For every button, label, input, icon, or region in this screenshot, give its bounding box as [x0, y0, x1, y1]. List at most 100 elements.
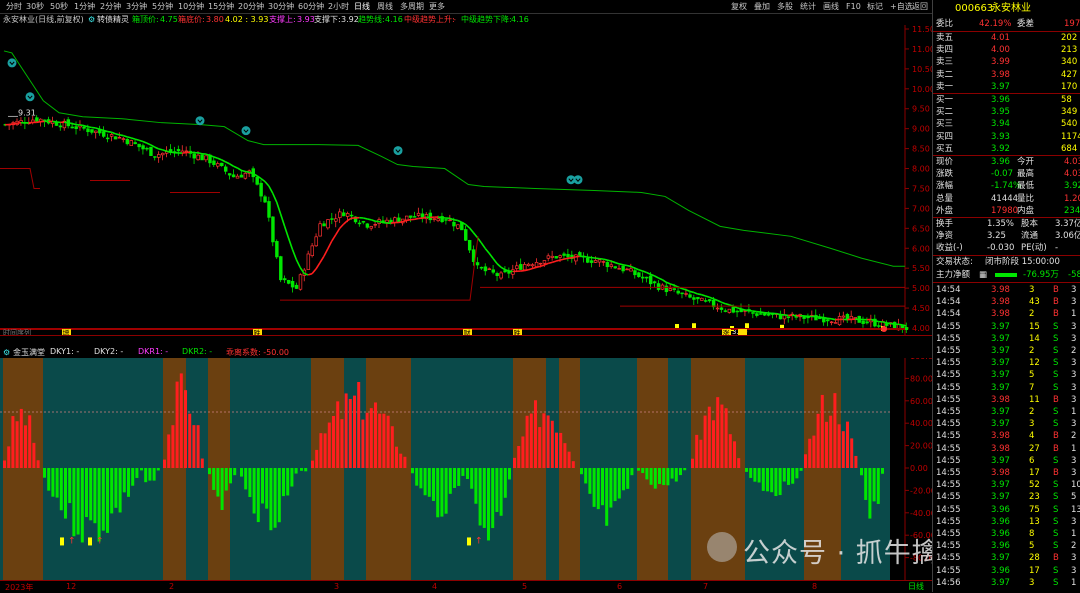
tick-price: 3.97 — [991, 491, 1010, 503]
bid-price: 3.92 — [991, 143, 1010, 155]
indicator-bar — [850, 438, 853, 468]
moving-average-segment — [548, 262, 552, 263]
x-axis-label: 12 — [66, 582, 76, 591]
candle-body — [878, 326, 881, 327]
toolbar-button[interactable]: 标记 — [867, 0, 883, 13]
tick-time: 14:54 — [936, 296, 961, 308]
candle-body — [681, 293, 684, 294]
stock-name: 永安林业 — [991, 2, 1031, 16]
candle-body — [75, 127, 78, 129]
indicator-name[interactable]: 转债精灵 — [97, 14, 129, 25]
indicator-bar — [729, 434, 732, 468]
period-tab[interactable]: 更多 — [429, 0, 445, 13]
period-tab[interactable]: 日线 — [354, 0, 370, 13]
period-tab[interactable]: 5分钟 — [152, 0, 173, 13]
moving-average-segment — [682, 289, 686, 290]
candle-body — [638, 273, 641, 277]
moving-average-segment — [159, 149, 163, 150]
tick-price: 3.97 — [991, 406, 1010, 418]
candle-body — [366, 224, 369, 227]
y-tick-label: 11.00 — [912, 45, 932, 54]
period-tab[interactable]: 30分钟 — [268, 0, 294, 13]
indicator-bar — [487, 468, 490, 540]
indicator-bar — [269, 468, 272, 530]
stock-title: 永安林业(日线,前复权) — [3, 14, 84, 25]
indicator-bar — [504, 468, 507, 498]
moving-average-segment — [170, 152, 174, 153]
indicator-bar — [110, 468, 113, 513]
toolbar-button[interactable]: 返回 — [912, 0, 928, 13]
moving-average-segment — [725, 304, 729, 305]
candle-body — [543, 260, 546, 263]
tick-time: 14:55 — [936, 430, 961, 442]
bid-volume: 349 — [1061, 106, 1077, 118]
stat-label: 涨幅 — [936, 180, 953, 192]
candle-body — [756, 314, 759, 316]
candle-body — [457, 225, 460, 229]
toolbar-button[interactable]: F10 — [846, 0, 861, 13]
indicator-bar — [449, 468, 452, 494]
candle-body — [315, 237, 318, 246]
candle-body — [830, 322, 833, 323]
tick-count: 3 — [1071, 296, 1076, 308]
candle-body — [433, 219, 436, 220]
period-tab[interactable]: 多周期 — [400, 0, 424, 13]
candle-body — [559, 256, 562, 258]
candle-body — [232, 175, 235, 177]
candle-body — [228, 174, 231, 176]
moving-average-segment — [584, 256, 588, 257]
settings-icon[interactable]: ⚙ — [88, 14, 95, 25]
x-axis-label: 3 — [334, 582, 339, 591]
toolbar-button[interactable]: 复权 — [731, 0, 747, 13]
toolbar-button[interactable]: 多股 — [777, 0, 793, 13]
indicator-bar — [436, 468, 439, 517]
toolbar-button[interactable]: 画线 — [823, 0, 839, 13]
stat-label: 总量 — [936, 193, 953, 205]
period-tab[interactable]: 50秒 — [50, 0, 68, 13]
indicator-bar — [7, 446, 10, 468]
tick-count: 1 — [1071, 308, 1076, 320]
indicator-bar — [11, 416, 14, 468]
period-tab[interactable]: 30秒 — [26, 0, 44, 13]
period-tab[interactable]: 周线 — [377, 0, 393, 13]
tick-price: 3.96 — [991, 528, 1010, 540]
period-tab[interactable]: 60分钟 — [298, 0, 324, 13]
moving-average-segment — [182, 153, 186, 154]
indicator-bar — [253, 468, 256, 514]
indicator-bar — [374, 402, 377, 468]
period-tab[interactable]: 10分钟 — [178, 0, 204, 13]
period-tab[interactable]: 2小时 — [328, 0, 349, 13]
trade-status-value: 闭市阶段 15:00:00 — [985, 256, 1060, 268]
indicator-bar — [332, 416, 335, 468]
lower-settings-icon[interactable]: ⚙ — [3, 347, 10, 358]
period-tab[interactable]: 20分钟 — [238, 0, 264, 13]
lower-indicator-title[interactable]: 金玉满堂 — [13, 347, 45, 358]
moving-average-segment — [564, 258, 568, 259]
period-tab[interactable]: 3分钟 — [126, 0, 147, 13]
candlestick-chart[interactable]: 11.5011.0010.5010.009.509.008.508.007.50… — [0, 25, 932, 335]
ask-label: 卖一 — [936, 81, 953, 93]
toolbar-button[interactable]: 叠加 — [754, 0, 770, 13]
tick-side: S — [1053, 321, 1058, 333]
moving-average-segment — [399, 222, 403, 223]
bid-label: 买二 — [936, 106, 953, 118]
stat-label: 内盘 — [1017, 205, 1034, 217]
period-tab[interactable]: 分时 — [6, 0, 22, 13]
tick-price: 3.98 — [991, 443, 1010, 455]
toolbar-button[interactable]: +自选 — [890, 0, 913, 13]
period-tab[interactable]: 1分钟 — [74, 0, 95, 13]
toolbar-button[interactable]: 统计 — [800, 0, 816, 13]
period-tab[interactable]: 2分钟 — [100, 0, 121, 13]
period-tab[interactable]: 15分钟 — [208, 0, 234, 13]
moving-average-segment — [761, 312, 765, 313]
legend-item: DKY1: - — [50, 347, 79, 356]
candle-body — [468, 240, 471, 250]
indicator-bar — [157, 468, 160, 470]
tick-side: S — [1053, 516, 1058, 528]
moving-average-segment — [572, 257, 576, 258]
candle-body — [295, 285, 298, 288]
candle-body — [728, 309, 731, 312]
candle-body — [826, 320, 829, 321]
candle-body — [193, 154, 196, 158]
indicator-bar — [699, 440, 702, 468]
